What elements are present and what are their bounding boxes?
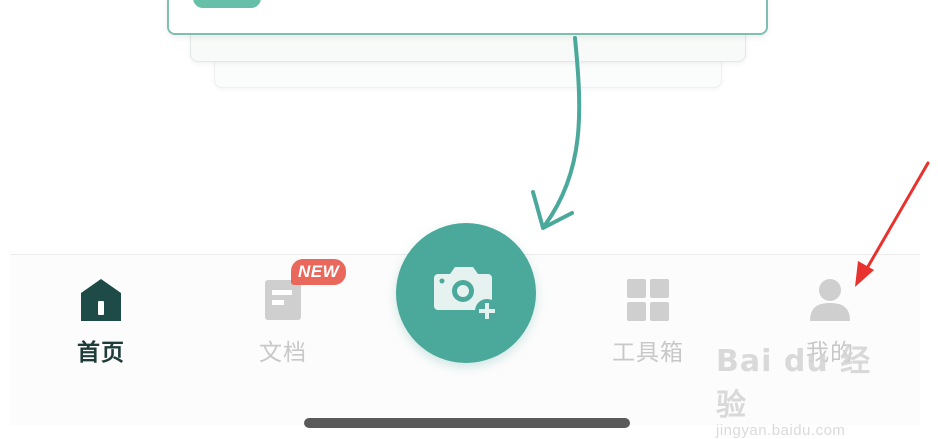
annotation-arrow-icon	[855, 161, 930, 287]
home-indicator	[304, 418, 630, 428]
